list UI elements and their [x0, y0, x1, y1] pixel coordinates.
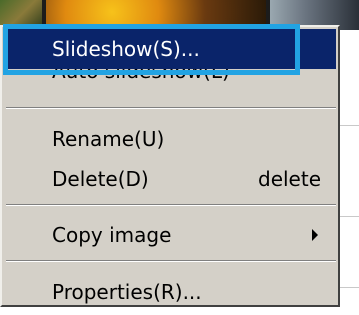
- menu-item-properties[interactable]: Properties(R)...: [6, 272, 336, 312]
- menu-separator: [6, 260, 336, 262]
- menu-item-copy-image[interactable]: Copy image: [6, 215, 336, 255]
- menu-item-shortcut: delete: [258, 167, 322, 191]
- menu-item-label: Rename(U): [52, 127, 165, 151]
- background-line: [340, 125, 359, 126]
- submenu-arrow-icon: [312, 229, 318, 241]
- menu-item-label: Properties(R)...: [52, 280, 202, 304]
- menu-item-delete[interactable]: Delete(D) delete: [6, 159, 336, 199]
- menu-separator: [6, 107, 336, 109]
- highlight-frame: [3, 24, 300, 75]
- background-line: [340, 216, 359, 217]
- background-line: [340, 287, 359, 288]
- menu-separator: [6, 204, 336, 206]
- menu-item-label: Delete(D): [52, 167, 149, 191]
- menu-item-rename[interactable]: Rename(U): [6, 119, 336, 159]
- menu-item-label: Copy image: [52, 223, 172, 247]
